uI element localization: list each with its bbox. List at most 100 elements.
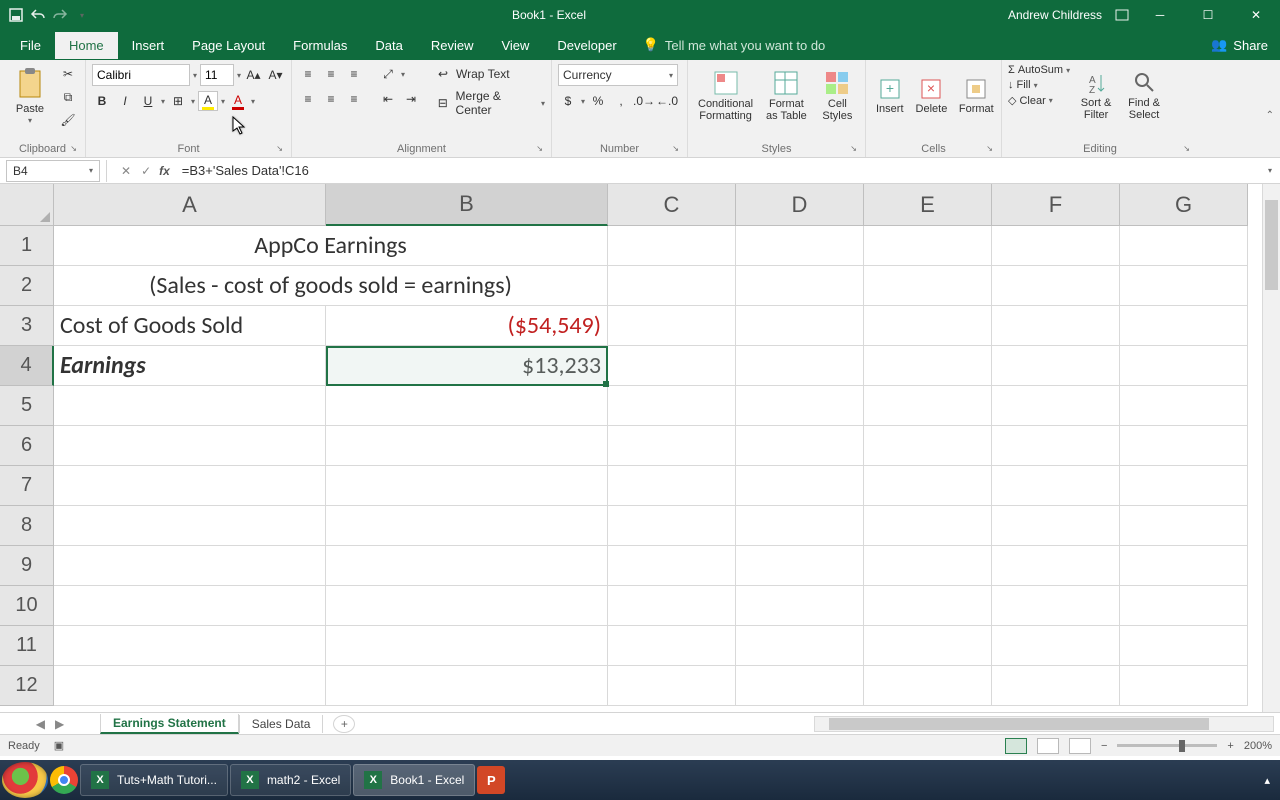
cell[interactable]: [1120, 506, 1248, 546]
cell-title[interactable]: AppCo Earnings: [54, 226, 608, 266]
cell[interactable]: [736, 626, 864, 666]
increase-decimal-icon[interactable]: .0→: [634, 91, 654, 111]
tab-developer[interactable]: Developer: [543, 32, 630, 59]
align-right-icon[interactable]: ≡: [344, 89, 364, 109]
tab-view[interactable]: View: [487, 32, 543, 59]
cell[interactable]: [608, 226, 736, 266]
align-center-icon[interactable]: ≡: [321, 89, 341, 109]
font-name-input[interactable]: [92, 64, 190, 86]
cell[interactable]: Earnings: [54, 346, 326, 386]
collapse-ribbon-icon[interactable]: ⌃: [1266, 110, 1274, 121]
vertical-scrollbar[interactable]: [1262, 184, 1280, 712]
cell[interactable]: [736, 666, 864, 706]
close-button[interactable]: ✕: [1238, 0, 1274, 30]
zoom-out-button[interactable]: −: [1101, 740, 1107, 752]
cell[interactable]: [1120, 626, 1248, 666]
taskbar-item-math2[interactable]: Xmath2 - Excel: [230, 764, 351, 796]
cell[interactable]: [736, 506, 864, 546]
col-header-C[interactable]: C: [608, 184, 736, 226]
system-tray[interactable]: ▴: [1264, 774, 1278, 787]
autosum-button[interactable]: ΣAutoSum▾: [1008, 64, 1070, 76]
horizontal-scrollbar[interactable]: [814, 716, 1274, 732]
cell[interactable]: [992, 266, 1120, 306]
cell[interactable]: [608, 346, 736, 386]
font-name-dropdown-icon[interactable]: ▾: [193, 71, 197, 80]
cell[interactable]: [54, 386, 326, 426]
save-icon[interactable]: [8, 7, 24, 23]
number-format-dropdown[interactable]: Currency ▾: [558, 64, 678, 86]
cell[interactable]: [736, 386, 864, 426]
row-header-6[interactable]: 6: [0, 426, 54, 466]
cell[interactable]: [1120, 586, 1248, 626]
increase-font-icon[interactable]: A▴: [244, 65, 263, 85]
col-header-D[interactable]: D: [736, 184, 864, 226]
tab-data[interactable]: Data: [361, 32, 416, 59]
cell[interactable]: [736, 546, 864, 586]
decrease-font-icon[interactable]: A▾: [266, 65, 285, 85]
cell[interactable]: [326, 386, 608, 426]
macro-record-icon[interactable]: ▣: [54, 739, 64, 752]
sheet-nav-prev-icon[interactable]: ◀: [36, 717, 45, 731]
row-header-9[interactable]: 9: [0, 546, 54, 586]
cell[interactable]: [608, 266, 736, 306]
cell[interactable]: [1120, 426, 1248, 466]
name-box-dropdown-icon[interactable]: ▾: [89, 166, 93, 175]
cell[interactable]: [326, 626, 608, 666]
show-hidden-icons-icon[interactable]: ▴: [1264, 774, 1270, 787]
maximize-button[interactable]: ☐: [1190, 0, 1226, 30]
qat-dropdown-icon[interactable]: ▾: [74, 7, 90, 23]
ribbon-display-icon[interactable]: [1114, 7, 1130, 23]
paste-button[interactable]: Paste ▾: [6, 64, 54, 128]
row-header-8[interactable]: 8: [0, 506, 54, 546]
cell-subtitle[interactable]: (Sales - cost of goods sold = earnings): [54, 266, 608, 306]
cell[interactable]: [736, 466, 864, 506]
row-header-10[interactable]: 10: [0, 586, 54, 626]
cell[interactable]: $13,233: [326, 346, 608, 386]
sheet-nav-next-icon[interactable]: ▶: [55, 717, 64, 731]
page-layout-view-button[interactable]: [1037, 738, 1059, 754]
decrease-decimal-icon[interactable]: ←.0: [657, 91, 677, 111]
cell[interactable]: [326, 506, 608, 546]
accounting-format-icon[interactable]: $: [558, 91, 578, 111]
format-cells-button[interactable]: Format: [955, 64, 997, 128]
orientation-icon[interactable]: ⤢: [378, 64, 398, 84]
row-header-2[interactable]: 2: [0, 266, 54, 306]
normal-view-button[interactable]: [1005, 738, 1027, 754]
cell[interactable]: [992, 226, 1120, 266]
fx-icon[interactable]: fx: [159, 164, 170, 178]
user-name[interactable]: Andrew Childress: [1008, 8, 1102, 22]
cell[interactable]: [608, 586, 736, 626]
formula-input[interactable]: [176, 160, 1268, 182]
format-painter-icon[interactable]: 🖌: [58, 110, 78, 130]
cell-styles-button[interactable]: Cell Styles: [816, 64, 859, 128]
cell[interactable]: [54, 586, 326, 626]
cell[interactable]: [1120, 226, 1248, 266]
cell[interactable]: [608, 666, 736, 706]
chrome-taskbar-icon[interactable]: [50, 766, 78, 794]
format-as-table-button[interactable]: Format as Table: [761, 64, 812, 128]
start-button[interactable]: [2, 762, 48, 798]
share-button[interactable]: 👥 Share: [1211, 37, 1268, 53]
row-header-12[interactable]: 12: [0, 666, 54, 706]
cell[interactable]: [736, 346, 864, 386]
cell[interactable]: [608, 466, 736, 506]
cell[interactable]: [608, 306, 736, 346]
cell[interactable]: [992, 426, 1120, 466]
fill-button[interactable]: ↓Fill▾: [1008, 79, 1070, 91]
fill-color-icon[interactable]: A: [198, 91, 218, 111]
bold-button[interactable]: B: [92, 91, 112, 111]
zoom-slider[interactable]: [1117, 744, 1217, 747]
cell[interactable]: [864, 546, 992, 586]
cell[interactable]: [1120, 466, 1248, 506]
tab-formulas[interactable]: Formulas: [279, 32, 361, 59]
cell[interactable]: [608, 546, 736, 586]
comma-format-icon[interactable]: ,: [611, 91, 631, 111]
cell[interactable]: [1120, 386, 1248, 426]
cut-icon[interactable]: ✂: [58, 64, 78, 84]
row-header-1[interactable]: 1: [0, 226, 54, 266]
taskbar-item-book1[interactable]: XBook1 - Excel: [353, 764, 475, 796]
select-all-button[interactable]: [0, 184, 54, 226]
decrease-indent-icon[interactable]: ⇤: [378, 89, 398, 109]
cell[interactable]: [54, 666, 326, 706]
cells-area[interactable]: AppCo Earnings(Sales - cost of goods sol…: [54, 226, 1262, 712]
